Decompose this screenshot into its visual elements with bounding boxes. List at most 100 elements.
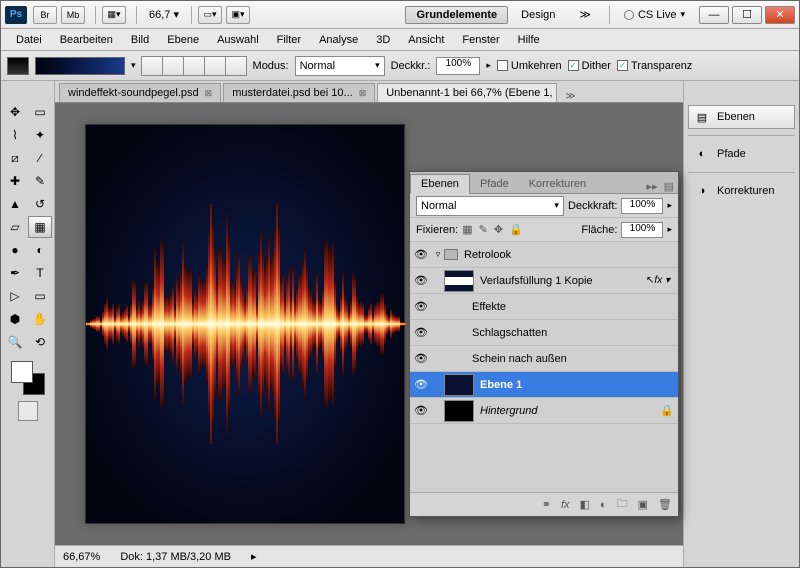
menu-bearbeiten[interactable]: Bearbeiten [51,32,122,48]
lock-transparent-icon[interactable]: ▦ [462,223,472,236]
layer-effects-header[interactable]: 👁 Effekte [410,294,678,320]
visibility-icon[interactable]: 👁 [410,300,432,313]
panel-menu-icon[interactable]: ▤ [664,180,674,193]
maximize-button[interactable]: ☐ [732,6,762,24]
gradient-linear[interactable] [141,56,163,76]
tool-3d[interactable]: ⬢ [3,308,27,330]
tool-stamp[interactable]: ▲ [3,193,27,215]
layer-fill-input[interactable]: 100% [621,222,663,238]
tool-lasso[interactable]: ⌇ [3,124,27,146]
close-button[interactable]: ✕ [765,6,795,24]
menu-fenster[interactable]: Fenster [453,32,508,48]
status-doc-size[interactable]: Dok: 1,37 MB/3,20 MB [120,551,231,563]
gradient-reflected[interactable] [204,56,226,76]
tool-healing[interactable]: ✚ [3,170,27,192]
lock-pixels-icon[interactable]: ✎ [479,223,488,236]
miniBridge-button[interactable]: Mb [61,6,85,24]
layer-opacity-input[interactable]: 100% [621,198,663,214]
tool-zoom[interactable]: 🔍 [3,331,27,353]
gradient-radial[interactable] [162,56,184,76]
menu-datei[interactable]: Datei [7,32,51,48]
transparency-checkbox[interactable]: Transparenz [617,60,692,72]
screen-mode-button[interactable]: ▣▾ [226,6,250,24]
disclosure-icon[interactable]: ▿ [432,249,444,260]
delete-layer-icon[interactable]: 🗑 [658,498,672,511]
tool-move[interactable]: ✥ [3,101,27,123]
visibility-icon[interactable]: 👁 [410,248,432,261]
tool-preset-picker[interactable] [7,57,29,75]
blend-mode-select[interactable]: Normal [295,56,385,76]
tool-marquee[interactable]: ▭ [28,101,52,123]
layer-ebene1[interactable]: 👁 Ebene 1 [410,372,678,398]
quickmask-toggle[interactable] [18,401,38,421]
zoom-value[interactable]: 66,7 ▾ [143,8,185,21]
layer-verlaufsfuellung[interactable]: 👁 Verlaufsfüllung 1 Kopie ↖ fx ▾ [410,268,678,294]
gradient-diamond[interactable] [225,56,247,76]
menu-filter[interactable]: Filter [268,32,310,48]
gradient-preview[interactable] [35,57,125,75]
tool-shape[interactable]: ▭ [28,285,52,307]
tool-type[interactable]: T [28,262,52,284]
panel-tab-ebenen[interactable]: Ebenen [410,174,470,194]
menu-ebene[interactable]: Ebene [158,32,208,48]
menu-bild[interactable]: Bild [122,32,158,48]
tool-rotate[interactable]: ⟲ [28,331,52,353]
cslive-button[interactable]: CS Live ▾ [624,9,685,21]
mask-icon[interactable]: ◧ [580,498,590,511]
new-group-icon[interactable]: 🗀 [617,495,628,514]
minimize-button[interactable]: — [699,6,729,24]
dither-checkbox[interactable]: Dither [568,60,611,72]
tool-pen[interactable]: ✒ [3,262,27,284]
menu-hilfe[interactable]: Hilfe [509,32,549,48]
close-icon[interactable]: ⊠ [205,88,213,99]
layer-hintergrund[interactable]: 👁 Hintergrund 🔒 [410,398,678,424]
arrange-button[interactable]: ▭▾ [198,6,222,24]
visibility-icon[interactable]: 👁 [410,274,432,287]
panel-tab-korrekturen[interactable]: Korrekturen [519,175,596,193]
tool-dodge[interactable]: ◐ [28,239,52,261]
doc-tab-2[interactable]: Unbenannt-1 bei 66,7% (Ebene 1, RGB/8) *… [377,83,557,102]
tool-blur[interactable]: ● [3,239,27,261]
tool-crop[interactable]: ⧄ [3,147,27,169]
tool-path-select[interactable]: ▷ [3,285,27,307]
doc-tab-1[interactable]: musterdatei.psd bei 10...⊠ [223,83,375,102]
gradient-angle[interactable] [183,56,205,76]
tool-history-brush[interactable]: ↺ [28,193,52,215]
opacity-input[interactable]: 100% [436,57,480,75]
tool-hand[interactable]: ✋ [28,308,52,330]
layer-group-retrolook[interactable]: 👁 ▿ Retrolook [410,242,678,268]
visibility-icon[interactable]: 👁 [410,404,432,417]
visibility-icon[interactable]: 👁 [410,378,432,391]
menu-ansicht[interactable]: Ansicht [399,32,453,48]
layer-fx-schlagschatten[interactable]: 👁 Schlagschatten [410,320,678,346]
dock-korrekturen[interactable]: ◑Korrekturen [688,179,795,203]
panel-tab-pfade[interactable]: Pfade [470,175,519,193]
status-zoom[interactable]: 66,67% [63,551,100,563]
layer-fx-schein[interactable]: 👁 Schein nach außen [410,346,678,372]
tool-eraser[interactable]: ▱ [3,216,27,238]
workspace-design[interactable]: Design [510,6,566,24]
visibility-icon[interactable]: 👁 [410,326,432,339]
tool-wand[interactable]: ✦ [28,124,52,146]
lock-all-icon[interactable]: 🔒 [509,223,523,236]
link-layers-icon[interactable]: ⚭ [542,498,551,511]
dock-ebenen[interactable]: ▤Ebenen [688,105,795,129]
doc-tab-0[interactable]: windeffekt-soundpegel.psd⊠ [59,83,221,102]
workspace-grundelemente[interactable]: Grundelemente [405,6,508,24]
lock-position-icon[interactable]: ✥ [494,223,503,236]
foreground-color[interactable] [11,361,33,383]
tool-eyedropper[interactable]: ∕ [28,147,52,169]
bridge-button[interactable]: Br [33,6,57,24]
adjustment-icon[interactable]: ◐ [600,499,607,511]
view-extras-button[interactable]: ▦▾ [102,6,126,24]
dock-pfade[interactable]: ◐Pfade [688,142,795,166]
fx-badge[interactable]: fx ▾ [654,275,670,286]
workspace-more[interactable]: ≫ [568,5,602,24]
document-canvas[interactable] [85,124,405,524]
tool-gradient[interactable]: ▦ [28,216,52,238]
menu-auswahl[interactable]: Auswahl [208,32,268,48]
tool-brush[interactable]: ✎ [28,170,52,192]
layer-blend-select[interactable]: Normal [416,196,564,216]
new-layer-icon[interactable]: ▣ [638,498,648,511]
fx-menu-icon[interactable]: fx [561,499,570,511]
